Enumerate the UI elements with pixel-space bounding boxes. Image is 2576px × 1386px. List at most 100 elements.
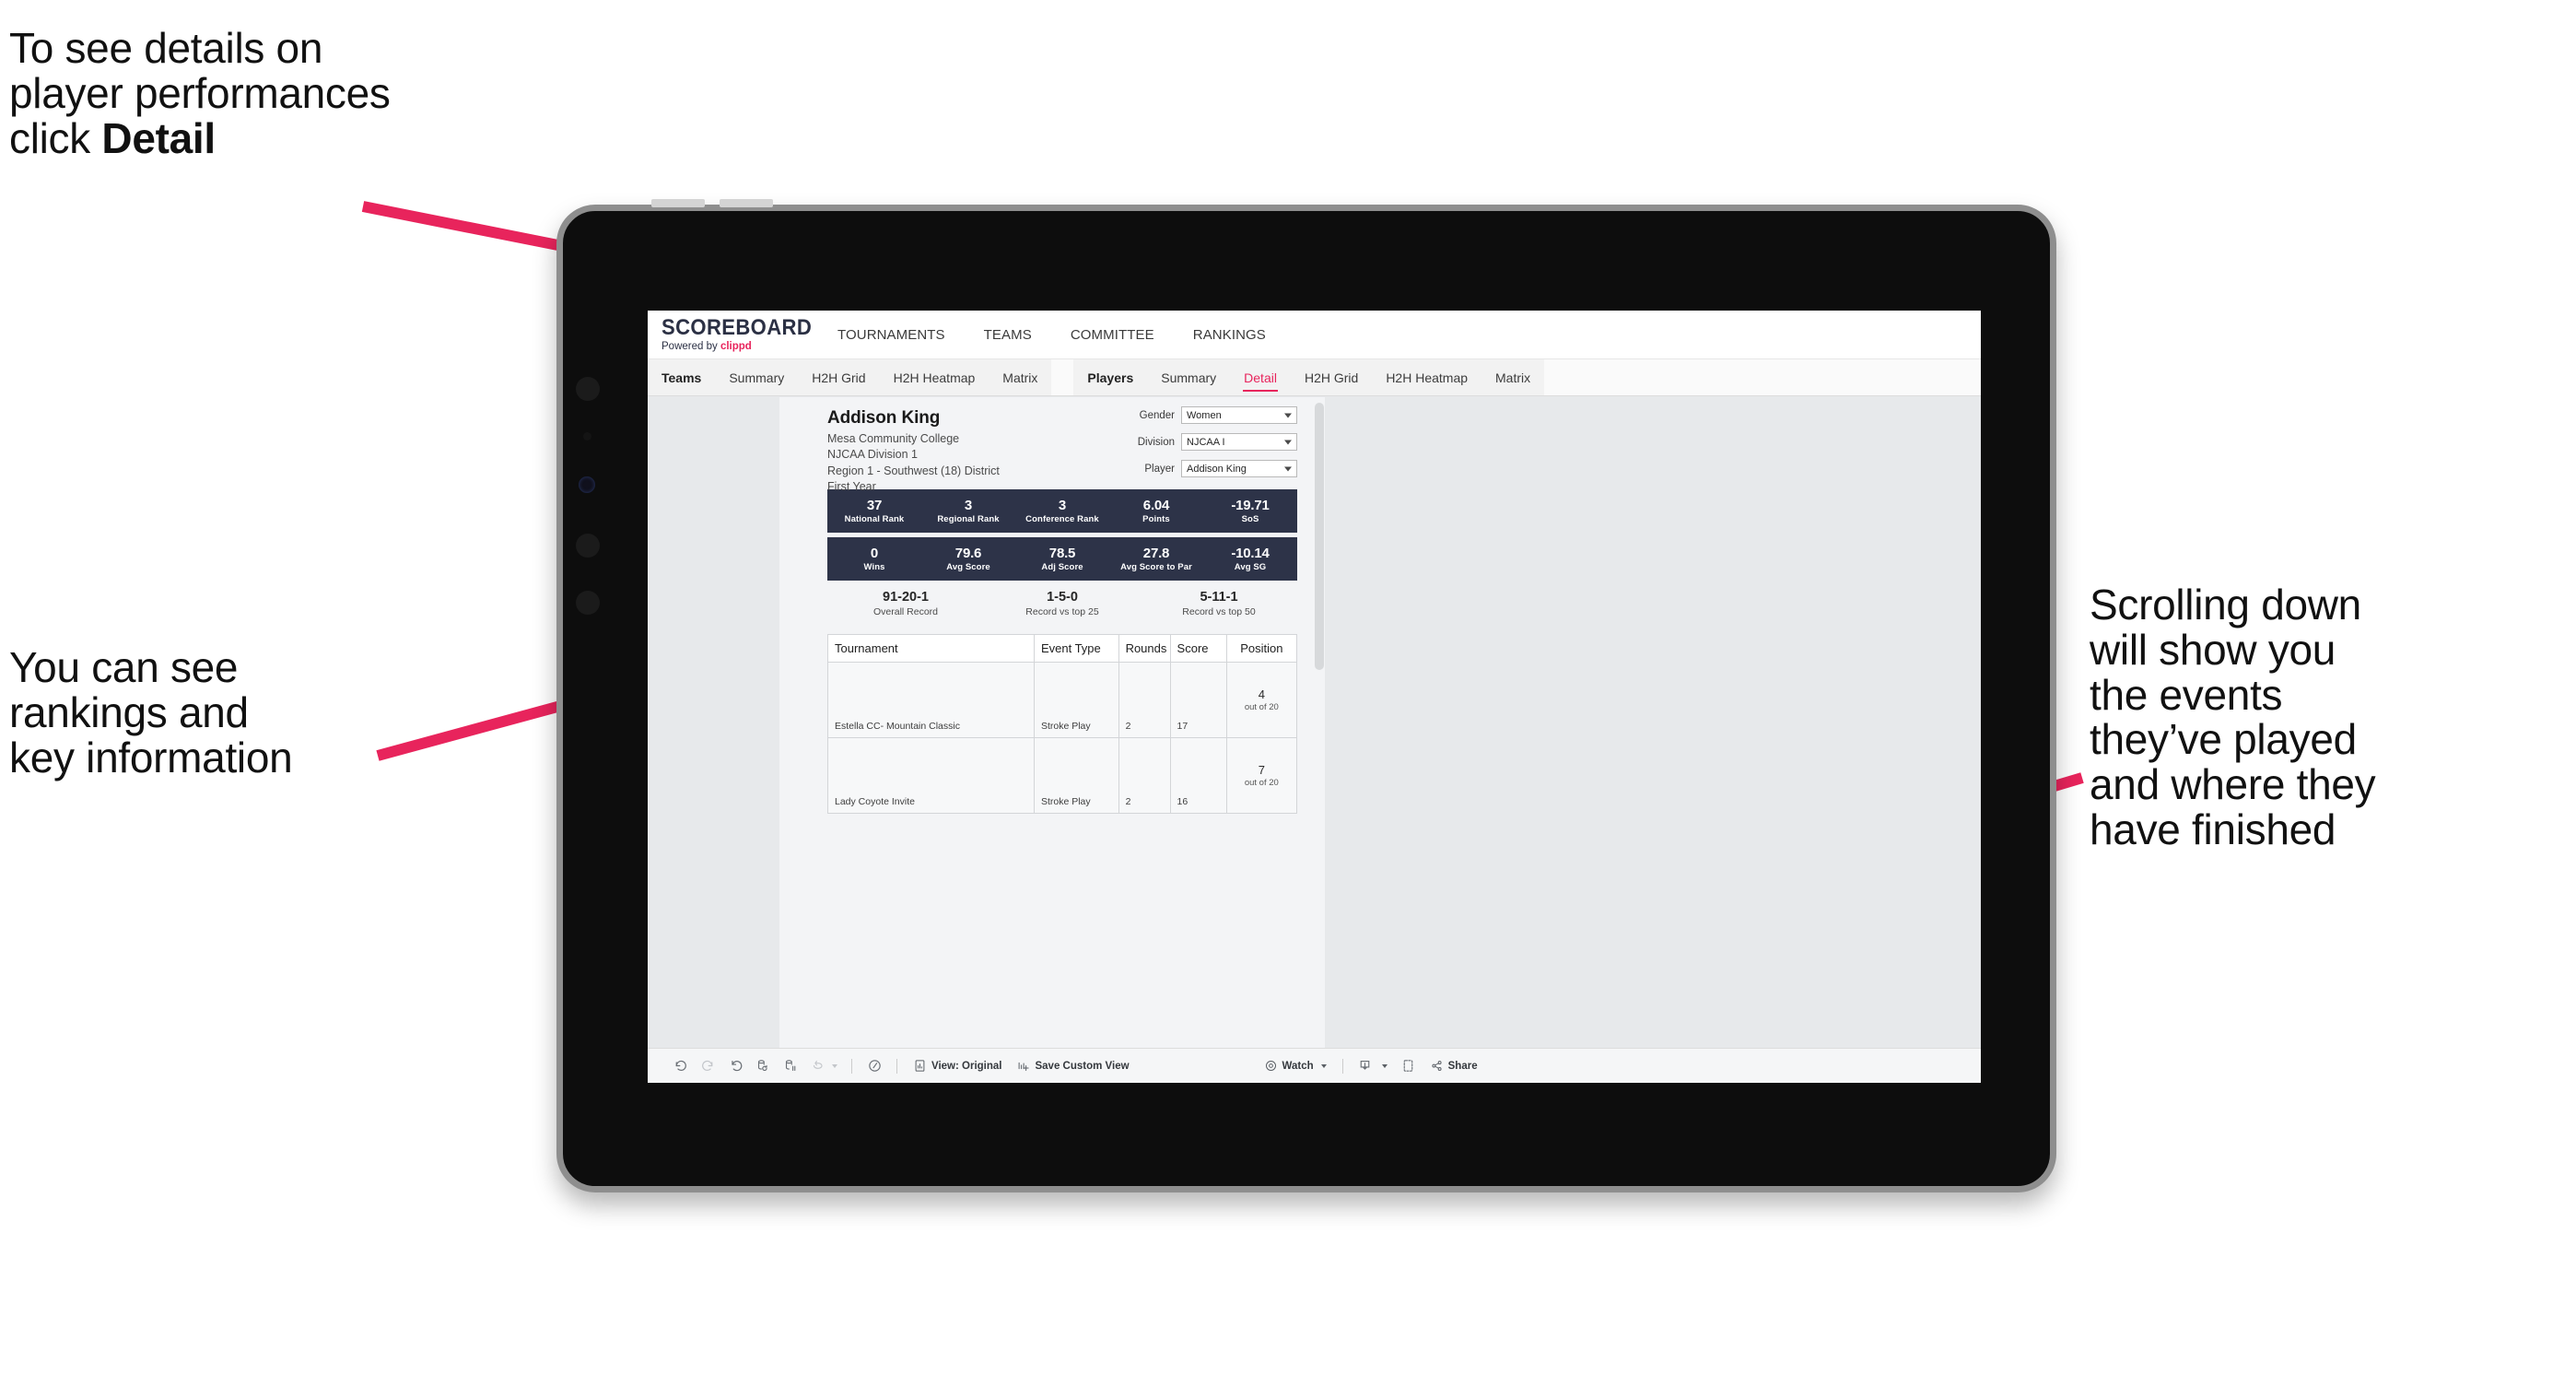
stat-sos: -19.71 SoS <box>1203 498 1297 524</box>
records-row: 91-20-1 Overall Record 1-5-0 Record vs t… <box>827 590 1297 617</box>
site-header: SCOREBOARD Powered by clippd TOURNAMENTS… <box>648 311 1981 359</box>
stat-label: National Rank <box>844 514 905 525</box>
annotation-top-left-bold: Detail <box>101 113 216 162</box>
column-header-rounds[interactable]: Rounds <box>1118 634 1171 663</box>
undo-icon[interactable] <box>666 1052 694 1080</box>
tab-teams[interactable]: Teams <box>648 359 715 395</box>
dashboard-area: Addison King Mesa Community College NJCA… <box>648 397 1981 1048</box>
column-header-tournament[interactable]: Tournament <box>827 634 1035 663</box>
chevron-down-icon <box>1284 440 1292 444</box>
pause-auto-update-icon[interactable] <box>777 1052 804 1080</box>
tab-teams-summary[interactable]: Summary <box>715 359 798 395</box>
clock-history-icon[interactable] <box>861 1052 888 1080</box>
toolbar-divider <box>1341 1058 1343 1074</box>
tab-group-teams: Teams Summary H2H Grid H2H Heatmap Matri… <box>648 359 1052 395</box>
stat-value: 79.6 <box>954 545 982 561</box>
sensor-icon <box>583 432 591 440</box>
stat-value: -19.71 <box>1231 497 1270 513</box>
record-value: 1-5-0 <box>1047 590 1078 605</box>
tab-teams-h2h-grid[interactable]: H2H Grid <box>798 359 879 395</box>
stat-regional-rank: 3 Regional Rank <box>921 498 1015 524</box>
position-number: 7 <box>1258 763 1265 777</box>
filter-division-label: Division <box>1137 436 1175 448</box>
stat-value: 3 <box>964 497 973 513</box>
table-header-row: Tournament Event Type Rounds Score Posit… <box>827 634 1298 663</box>
camera-icon <box>576 377 600 401</box>
refresh-data-icon[interactable] <box>749 1052 777 1080</box>
redo-icon[interactable] <box>694 1052 721 1080</box>
table-row[interactable]: Estella CC- Mountain Classic Stroke Play… <box>827 662 1298 738</box>
tablet-device-frame: SCOREBOARD Powered by clippd TOURNAMENTS… <box>556 199 2056 1192</box>
filter-gender-row: Gender Women <box>1102 406 1297 424</box>
nav-item-teams[interactable]: TEAMS <box>965 311 1051 359</box>
player-header: Addison King Mesa Community College NJCA… <box>779 397 1308 493</box>
nav-item-committee[interactable]: COMMITTEE <box>1051 311 1174 359</box>
stat-label: Avg SG <box>1234 562 1267 573</box>
chevron-down-icon[interactable] <box>832 1063 837 1068</box>
stat-label: SoS <box>1241 514 1259 525</box>
share-button[interactable]: Share <box>1423 1059 1485 1073</box>
tab-players-h2h-heatmap[interactable]: H2H Heatmap <box>1372 359 1481 395</box>
filter-gender-select[interactable]: Women <box>1181 406 1297 424</box>
tab-teams-matrix[interactable]: Matrix <box>989 359 1051 395</box>
column-header-event-type[interactable]: Event Type <box>1033 634 1119 663</box>
tab-players-summary[interactable]: Summary <box>1147 359 1230 395</box>
brand-powered-prefix: Powered by <box>662 341 720 352</box>
tab-players-h2h-grid[interactable]: H2H Grid <box>1291 359 1372 395</box>
filter-player-select[interactable]: Addison King <box>1181 460 1297 477</box>
camera-lens-icon <box>579 476 595 493</box>
stat-avg-sg: -10.14 Avg SG <box>1203 546 1297 572</box>
tab-strip-spacer <box>1544 359 1981 395</box>
filter-division-select[interactable]: NJCAA I <box>1181 433 1297 451</box>
tab-players[interactable]: Players <box>1073 359 1147 395</box>
record-value: 91-20-1 <box>883 590 929 605</box>
cell-position: 4 out of 20 <box>1225 662 1298 738</box>
filter-player-label: Player <box>1144 463 1175 475</box>
tablet-top-buttons <box>651 199 790 207</box>
player-detail-content: Addison King Mesa Community College NJCA… <box>779 397 1308 1048</box>
stat-label: Wins <box>863 562 885 573</box>
stats-row-primary: 37 National Rank 3 Regional Rank 3 Confe… <box>827 489 1297 533</box>
vertical-scrollbar[interactable] <box>1314 397 1325 1048</box>
record-overall: 91-20-1 Overall Record <box>827 590 984 617</box>
cell-tournament: Estella CC- Mountain Classic <box>827 662 1035 738</box>
chevron-down-icon[interactable] <box>1381 1063 1388 1068</box>
record-value: 5-11-1 <box>1200 590 1238 605</box>
share-label: Share <box>1447 1060 1478 1072</box>
record-label: Record vs top 25 <box>1025 606 1099 617</box>
table-row[interactable]: Lady Coyote Invite Stroke Play 2 16 7 ou… <box>827 737 1298 814</box>
position-out-of: out of 20 <box>1244 702 1279 712</box>
column-header-position[interactable]: Position <box>1225 634 1298 663</box>
view-original-button[interactable]: View: Original <box>906 1059 1009 1073</box>
watch-button[interactable]: Watch <box>1257 1059 1334 1073</box>
tab-players-matrix[interactable]: Matrix <box>1481 359 1544 395</box>
column-header-score[interactable]: Score <box>1169 634 1227 663</box>
toolbar-divider <box>851 1058 852 1074</box>
tab-strip: Teams Summary H2H Grid H2H Heatmap Matri… <box>648 359 1981 396</box>
stat-avg-score-to-par: 27.8 Avg Score to Par <box>1109 546 1203 572</box>
brand-logo[interactable]: SCOREBOARD Powered by clippd <box>662 317 812 353</box>
stat-points: 6.04 Points <box>1109 498 1203 524</box>
filter-gender-value: Women <box>1187 409 1222 421</box>
stat-avg-score: 79.6 Avg Score <box>921 546 1015 572</box>
cell-event-type: Stroke Play <box>1033 737 1119 814</box>
cell-score: 16 <box>1169 737 1227 814</box>
position-out-of: out of 20 <box>1244 778 1279 788</box>
record-label: Record vs top 50 <box>1182 606 1256 617</box>
tab-teams-h2h-heatmap[interactable]: H2H Heatmap <box>880 359 989 395</box>
stat-label: Conference Rank <box>1025 514 1099 525</box>
record-label: Overall Record <box>872 606 939 617</box>
view-original-label: View: Original <box>931 1060 1002 1072</box>
download-icon[interactable] <box>1352 1052 1379 1080</box>
highlight-icon[interactable] <box>804 1052 832 1080</box>
nav-item-tournaments[interactable]: TOURNAMENTS <box>818 311 965 359</box>
bezel-dot-icon <box>576 591 600 615</box>
tab-players-detail[interactable]: Detail <box>1230 359 1291 395</box>
save-custom-view-button[interactable]: Save Custom View <box>1009 1059 1136 1073</box>
filter-player-value: Addison King <box>1187 463 1247 475</box>
nav-item-rankings[interactable]: RANKINGS <box>1174 311 1285 359</box>
tournament-table-wrap: Tournament Event Type Rounds Score Posit… <box>827 634 1298 814</box>
device-preview-icon[interactable] <box>1395 1052 1423 1080</box>
scrollbar-thumb[interactable] <box>1315 403 1324 670</box>
revert-icon[interactable] <box>721 1052 749 1080</box>
